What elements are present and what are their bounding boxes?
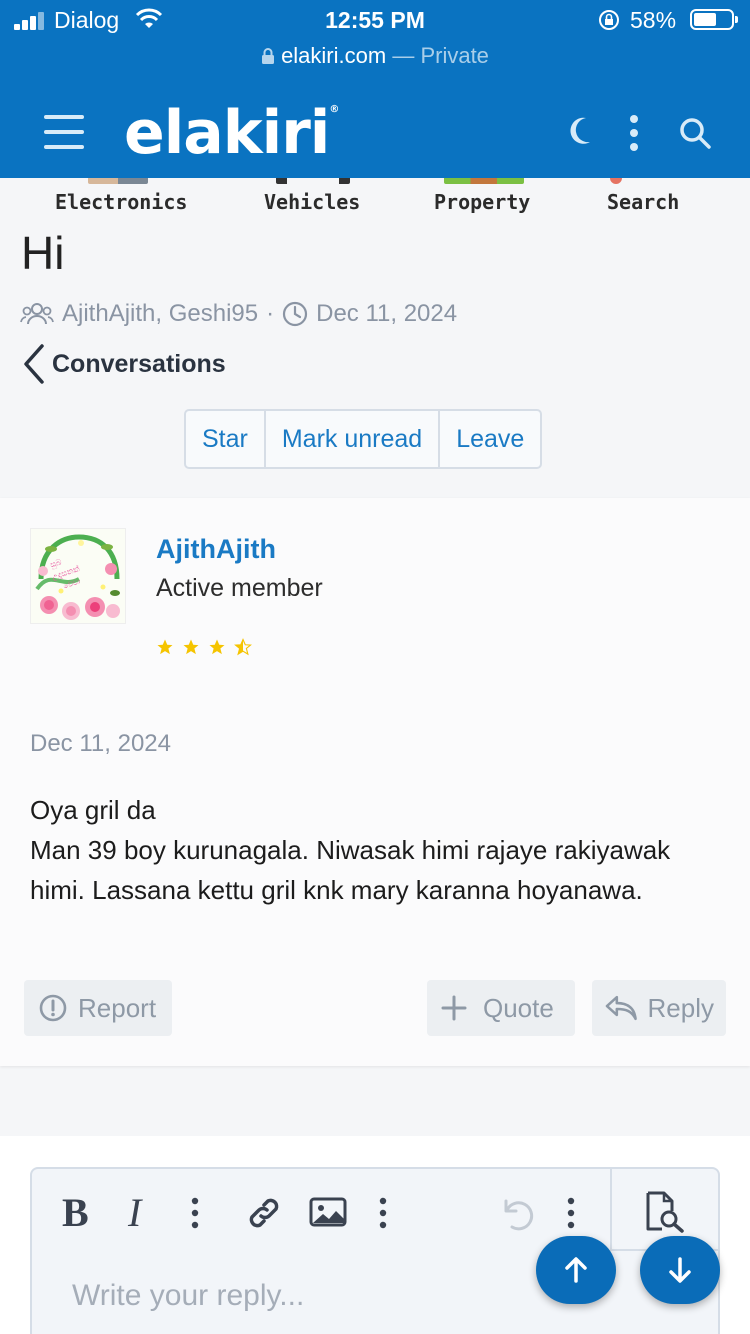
property-icon	[444, 178, 524, 184]
battery-icon	[690, 9, 738, 30]
users-icon	[20, 303, 54, 325]
category-electronics[interactable]: Electronics	[55, 190, 187, 214]
battery-percent: 58%	[630, 7, 677, 33]
category-vehicles[interactable]: Vehicles	[264, 190, 360, 214]
alert-circle-icon	[39, 994, 67, 1022]
rating-stars	[156, 638, 252, 656]
arrow-down-icon	[669, 1257, 691, 1283]
bold-button[interactable]: B	[62, 1189, 89, 1236]
message-date: Dec 11, 2024	[30, 730, 171, 757]
address-domain: elakiri.com	[281, 43, 387, 68]
star-icon	[157, 639, 173, 655]
star-icon	[209, 639, 225, 655]
leave-button[interactable]: Leave	[438, 411, 540, 467]
report-button[interactable]: Report	[24, 980, 172, 1036]
username-link[interactable]: AjithAjith	[156, 534, 276, 565]
user-role: Active member	[156, 574, 323, 602]
message-body: Oya gril da Man 39 boy kurunagala. Niwas…	[30, 790, 730, 910]
quote-button[interactable]: Quote	[427, 980, 575, 1036]
app-header: Dialog 12:55 PM 58% elakiri.com — Privat…	[0, 0, 750, 178]
more-options-icon[interactable]	[566, 1197, 576, 1229]
back-to-conversations-link[interactable]: Conversations	[22, 344, 226, 384]
preview-icon[interactable]	[642, 1191, 686, 1233]
floral-avatar-image: සුබ උදෑසනක් වේවා	[31, 529, 125, 623]
message-line: Man 39 boy kurunagala. Niwasak himi raja…	[30, 835, 671, 905]
reply-label: Reply	[647, 992, 714, 1023]
half-star-icon	[234, 638, 252, 656]
conversation-date: Dec 11, 2024	[316, 300, 458, 327]
rotation-lock-icon	[599, 10, 619, 30]
scroll-to-top-button[interactable]	[536, 1236, 616, 1304]
message-card: සුබ උදෑසනක් වේවා AjithAjith Active membe…	[0, 498, 750, 1066]
meta-separator: ·	[266, 300, 275, 327]
clock-icon	[283, 301, 308, 327]
reply-icon	[605, 995, 637, 1021]
chevron-left-icon	[24, 344, 44, 384]
moon-icon[interactable]	[566, 114, 594, 148]
more-insert-options-icon[interactable]	[378, 1197, 388, 1229]
italic-button[interactable]: I	[128, 1189, 141, 1236]
scroll-to-bottom-button[interactable]	[640, 1236, 720, 1304]
link-icon[interactable]	[244, 1193, 284, 1233]
star-icon	[183, 639, 199, 655]
back-label: Conversations	[52, 349, 226, 378]
conversation-actions: Star Mark unread Leave	[184, 409, 543, 469]
star-button[interactable]: Star	[186, 411, 264, 467]
electronics-icon	[88, 178, 148, 184]
vehicle-icon	[276, 178, 350, 184]
private-mode-label: — Private	[392, 43, 489, 68]
more-vertical-icon[interactable]	[627, 114, 641, 152]
participants[interactable]: AjithAjith, Geshi95	[62, 300, 258, 328]
toolbar-divider	[610, 1169, 612, 1251]
reply-editor: B I Write your reply...	[30, 1167, 720, 1334]
more-text-options-icon[interactable]	[190, 1197, 200, 1229]
site-logo[interactable]: elakiri®	[124, 98, 339, 168]
status-bar: Dialog 12:55 PM 58%	[0, 0, 750, 40]
plus-icon	[441, 995, 467, 1021]
mark-unread-button[interactable]: Mark unread	[263, 411, 438, 467]
category-search[interactable]: Search	[607, 190, 679, 214]
category-strip: Electronics Vehicles Property Search	[0, 178, 750, 220]
category-property[interactable]: Property	[434, 190, 530, 214]
search-category-icon	[610, 178, 622, 184]
menu-icon[interactable]	[44, 115, 84, 149]
padlock-icon	[262, 48, 275, 64]
conversation-title: Hi	[21, 227, 65, 279]
reply-button[interactable]: Reply	[592, 980, 726, 1036]
image-icon[interactable]	[308, 1195, 348, 1229]
reply-input[interactable]: Write your reply...	[72, 1279, 304, 1313]
search-icon[interactable]	[678, 116, 712, 150]
conversation-meta: AjithAjith, Geshi95 · Dec 11, 2024	[20, 300, 457, 328]
quote-label: Quote	[483, 992, 554, 1023]
undo-icon[interactable]	[496, 1193, 536, 1233]
report-label: Report	[78, 992, 157, 1023]
avatar[interactable]: සුබ උදෑසනක් වේවා	[30, 528, 126, 624]
message-line: Oya gril da	[30, 795, 156, 825]
arrow-up-icon	[565, 1257, 587, 1283]
address-bar[interactable]: elakiri.com — Private	[0, 43, 750, 69]
